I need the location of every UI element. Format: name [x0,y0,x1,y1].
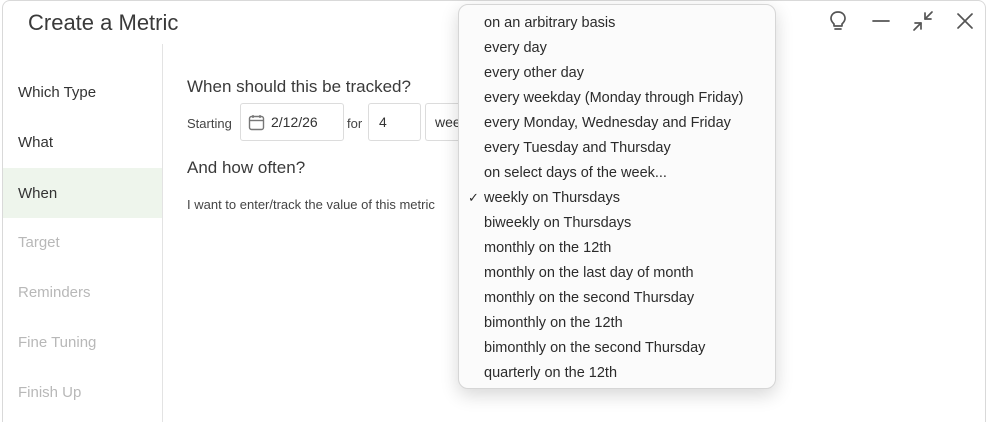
option-label: weekly on Thursdays [484,189,620,206]
step-label: When [18,184,58,202]
checkmark-icon: ✓ [468,190,479,205]
step-label: Finish Up [18,383,82,401]
window-title: Create a Metric [28,10,179,35]
for-label: for [347,116,363,131]
option-label: biweekly on Thursdays [484,214,632,231]
close-icon[interactable] [953,9,977,33]
step-label: Reminders [18,283,91,301]
wizard-steps-sidebar: Which Type What When Target Reminders Fi… [3,44,163,422]
option-every-weekday[interactable]: every weekday (Monday through Friday) [459,85,775,110]
lightbulb-icon[interactable] [826,9,850,33]
step-target: Target [3,217,162,267]
option-label: bimonthly on the 12th [484,314,623,331]
frequency-dropdown-menu: on an arbitrary basis every day every ot… [458,4,776,389]
calendar-icon [248,114,265,131]
start-date-field[interactable]: 2/12/26 [240,103,344,141]
option-quarterly-12th[interactable]: quarterly on the 12th [459,360,775,385]
often-text: I want to enter/track the value of this … [187,197,435,212]
option-select-days[interactable]: on select days of the week... [459,160,775,185]
step-when[interactable]: When [3,168,162,218]
option-bimonthly-12th[interactable]: bimonthly on the 12th [459,310,775,335]
option-monthly-12th[interactable]: monthly on the 12th [459,235,775,260]
often-heading: And how often? [187,158,306,177]
option-every-day[interactable]: every day [459,35,775,60]
option-label: monthly on the 12th [484,239,612,256]
option-label: every weekday (Monday through Friday) [484,89,744,106]
option-tue-thu[interactable]: every Tuesday and Thursday [459,135,775,160]
step-label: Fine Tuning [18,333,97,351]
step-fine-tuning: Fine Tuning [3,317,162,367]
option-monthly-second-thursday[interactable]: monthly on the second Thursday [459,285,775,310]
duration-value: 4 [379,114,387,130]
option-label: every Tuesday and Thursday [484,139,671,156]
option-label: every other day [484,64,584,81]
step-label: Which Type [18,83,97,101]
step-label: Target [18,233,60,251]
option-biweekly-thursdays[interactable]: biweekly on Thursdays [459,210,775,235]
option-label: quarterly on the 12th [484,364,618,381]
step-finish-up: Finish Up [3,367,162,417]
step-which-type[interactable]: Which Type [3,67,162,117]
option-mon-wed-fri[interactable]: every Monday, Wednesday and Friday [459,110,775,135]
option-monthly-last-day[interactable]: monthly on the last day of month [459,260,775,285]
option-label: monthly on the second Thursday [484,289,695,306]
option-label: monthly on the last day of month [484,264,694,281]
option-weekly-thursdays[interactable]: ✓ weekly on Thursdays [459,185,775,210]
tracked-heading: When should this be tracked? [187,77,411,96]
option-arbitrary-basis[interactable]: on an arbitrary basis [459,10,775,35]
duration-unit-value: wee [435,114,461,130]
option-label: every Monday, Wednesday and Friday [484,114,731,131]
collapse-icon[interactable] [911,9,935,33]
step-reminders: Reminders [3,267,162,317]
starting-label: Starting [187,116,232,131]
option-label: every day [484,39,547,56]
minimize-icon[interactable] [869,9,893,33]
option-label: bimonthly on the second Thursday [484,339,706,356]
option-label: on an arbitrary basis [484,14,616,31]
start-date-value: 2/12/26 [271,114,318,130]
duration-input[interactable]: 4 [368,103,421,141]
step-what[interactable]: What [3,117,162,167]
option-every-other-day[interactable]: every other day [459,60,775,85]
option-label: on select days of the week... [484,164,667,181]
option-bimonthly-second-thursday[interactable]: bimonthly on the second Thursday [459,335,775,360]
step-label: What [18,133,54,151]
